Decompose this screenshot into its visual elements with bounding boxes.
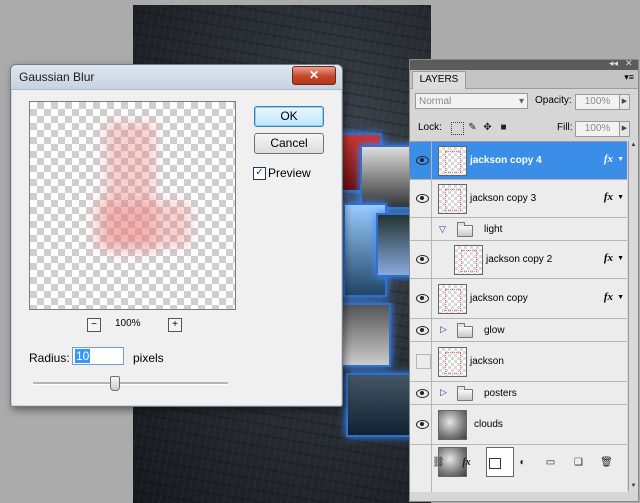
layer-thumbnail (454, 245, 483, 275)
add-style-icon[interactable]: fx (460, 457, 473, 469)
tab-layers[interactable]: LAYERS (412, 71, 466, 89)
radius-value: 10 (75, 349, 91, 363)
fill-label: Fill: (557, 122, 573, 133)
fx-icon[interactable]: fx (604, 252, 613, 264)
visibility-eye-icon[interactable] (412, 142, 432, 179)
chevron-down-icon: ▾ (518, 96, 524, 107)
zoom-in-button[interactable]: + (168, 318, 182, 332)
dialog-title-bar[interactable]: Gaussian Blur ✕ (11, 65, 342, 90)
new-layer-icon[interactable]: ❏ (572, 457, 585, 469)
layer-group-light[interactable]: ▽ light (410, 218, 627, 241)
radius-slider-thumb[interactable] (110, 376, 120, 391)
fill-input[interactable]: 100% (575, 121, 620, 137)
fx-icon[interactable]: fx (604, 153, 613, 165)
fx-icon[interactable]: fx (604, 191, 613, 203)
zoom-out-button[interactable]: − (87, 318, 101, 332)
layer-group-glow[interactable]: ▷ glow (410, 319, 627, 342)
radius-slider[interactable] (33, 382, 228, 385)
layer-row-jackson-copy-2[interactable]: jackson copy 2 fx ▼ (410, 241, 627, 279)
visibility-eye-icon[interactable] (412, 405, 432, 444)
preview-checkbox[interactable]: ✓ (253, 167, 266, 180)
group-expanded-icon[interactable]: ▽ (439, 224, 446, 235)
preview-label[interactable]: Preview (268, 166, 311, 180)
layer-name[interactable]: jackson copy 3 (470, 193, 536, 204)
lock-image-icon[interactable]: ✎ (467, 122, 478, 133)
add-mask-icon[interactable] (489, 458, 501, 469)
scroll-down-icon[interactable]: ▼ (629, 482, 638, 491)
layer-thumbnail (438, 184, 467, 214)
visibility-eye-icon[interactable] (412, 180, 432, 217)
visibility-eye-icon[interactable] (412, 279, 432, 318)
layer-thumbnail (438, 146, 467, 176)
layer-thumbnail (438, 347, 467, 377)
opacity-arrow-icon[interactable]: ▶ (619, 94, 630, 110)
group-collapsed-icon[interactable]: ▷ (440, 387, 447, 398)
layer-name[interactable]: posters (484, 388, 517, 399)
dialog-title: Gaussian Blur (19, 70, 95, 84)
radius-input[interactable]: 10 (72, 347, 124, 365)
fill-arrow-icon[interactable]: ▶ (619, 121, 630, 137)
ok-button[interactable]: OK (254, 106, 324, 127)
blend-mode-select[interactable]: Normal ▾ (415, 93, 528, 109)
visibility-eye-icon[interactable] (412, 382, 432, 404)
folder-icon (457, 386, 473, 401)
gaussian-blur-dialog: Gaussian Blur ✕ − 100% + OK Cancel ✓ Pre… (10, 64, 343, 407)
layers-bottom-toolbar: ⛓ fx ◐ ▭ ❏ 🗑 (410, 452, 638, 476)
layer-thumbnail (438, 410, 467, 440)
opacity-label: Opacity: (535, 95, 572, 106)
group-collapsed-icon[interactable]: ▷ (440, 324, 447, 335)
radius-label: Radius: (29, 351, 70, 365)
adjustment-layer-icon[interactable]: ◐ (516, 457, 529, 469)
fx-expand-icon[interactable]: ▼ (617, 156, 624, 163)
panel-menu-icon[interactable]: ▾≡ (624, 72, 634, 83)
collapse-icon[interactable]: ◂◂ (609, 58, 618, 69)
close-button[interactable]: ✕ (292, 66, 336, 85)
opacity-input[interactable]: 100% (575, 94, 620, 110)
layers-list: jackson copy 4 fx ▼ jackson copy 3 fx ▼ … (410, 141, 627, 492)
layer-name[interactable]: glow (484, 325, 505, 336)
lock-transparent-icon[interactable] (451, 122, 464, 135)
trash-icon[interactable]: 🗑 (600, 457, 613, 469)
new-group-icon[interactable]: ▭ (544, 457, 557, 469)
visibility-toggle[interactable] (412, 342, 432, 381)
close-panel-icon[interactable]: ✕ (625, 58, 633, 69)
visibility-eye-icon[interactable] (412, 319, 432, 341)
blur-preview[interactable] (29, 101, 236, 310)
layers-panel: ◂◂ ✕ LAYERS ▾≡ Normal ▾ Opacity: 100% ▶ … (409, 58, 639, 502)
layer-thumbnail (438, 284, 467, 314)
radius-unit: pixels (133, 351, 164, 365)
layer-row-jackson-copy-4[interactable]: jackson copy 4 fx ▼ (410, 142, 627, 180)
lock-label: Lock: (418, 122, 442, 133)
fx-expand-icon[interactable]: ▼ (617, 194, 624, 201)
scroll-up-icon[interactable]: ▲ (629, 141, 638, 150)
lock-all-icon[interactable]: ■ (498, 122, 509, 133)
visibility-eye-icon[interactable] (412, 241, 432, 278)
layer-name[interactable]: clouds (474, 419, 503, 430)
layer-name[interactable]: light (484, 224, 502, 235)
fx-expand-icon[interactable]: ▼ (617, 255, 624, 262)
layer-name[interactable]: jackson (470, 356, 504, 367)
visibility-eye-icon[interactable] (412, 218, 432, 240)
layer-name[interactable]: jackson copy 4 (470, 155, 542, 166)
blend-mode-value: Normal (419, 96, 452, 107)
lock-position-icon[interactable]: ✥ (482, 122, 493, 133)
layer-row-jackson-copy[interactable]: jackson copy fx ▼ (410, 279, 627, 319)
cancel-button[interactable]: Cancel (254, 133, 324, 154)
layers-scrollbar[interactable]: ▲ ▼ (628, 141, 638, 491)
fx-icon[interactable]: fx (604, 291, 613, 303)
panel-header-strip[interactable]: ◂◂ ✕ (410, 58, 638, 70)
layer-name[interactable]: jackson copy 2 (486, 254, 552, 265)
layer-row-jackson[interactable]: jackson (410, 342, 627, 382)
layer-name[interactable]: jackson copy (470, 293, 528, 304)
link-layers-icon[interactable]: ⛓ (432, 457, 445, 469)
layer-row-clouds[interactable]: clouds (410, 405, 627, 445)
fx-expand-icon[interactable]: ▼ (617, 294, 624, 301)
folder-icon (457, 222, 473, 237)
zoom-level: 100% (115, 318, 141, 329)
layer-group-posters[interactable]: ▷ posters (410, 382, 627, 405)
layer-row-jackson-copy-3[interactable]: jackson copy 3 fx ▼ (410, 180, 627, 218)
blur-preview-shape (95, 202, 190, 247)
folder-icon (457, 323, 473, 338)
panel-tab-bar: LAYERS ▾≡ (410, 70, 638, 89)
